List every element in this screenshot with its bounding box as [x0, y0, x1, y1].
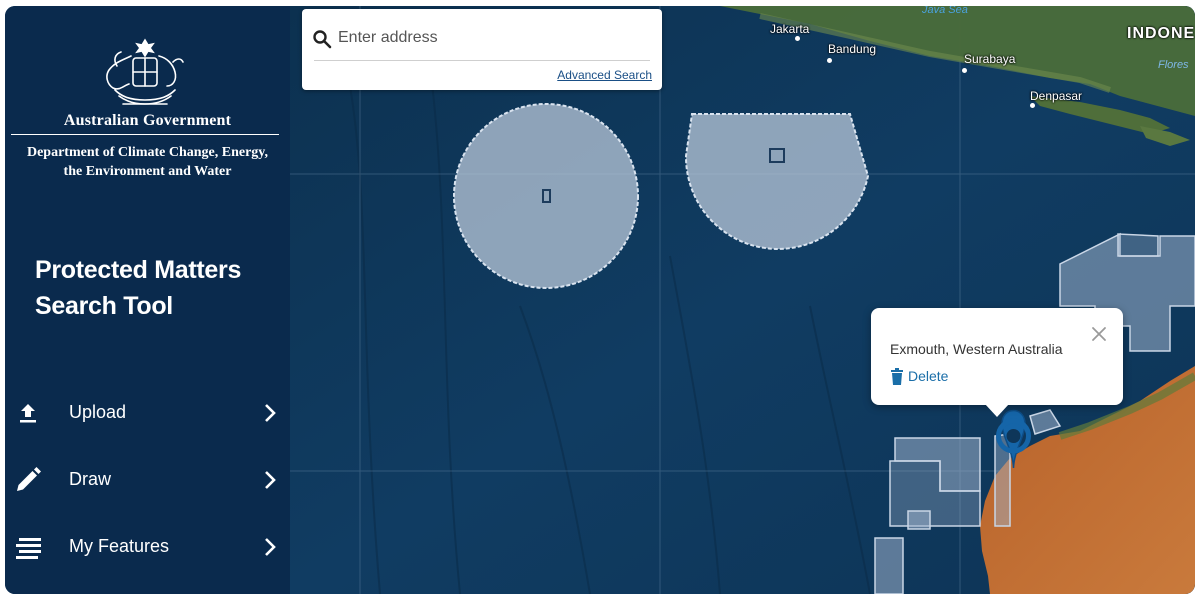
app-frame: Australian Government Department of Clim…	[5, 6, 1195, 594]
map-label-flores: Flores	[1158, 59, 1189, 71]
pencil-icon	[17, 467, 41, 491]
close-icon[interactable]	[1091, 326, 1107, 342]
chevron-right-icon	[265, 538, 276, 556]
government-name: Australian Government	[63, 112, 232, 129]
location-popup: Exmouth, Western Australia Delete	[871, 308, 1123, 405]
sidebar-item-my-features[interactable]: My Features	[5, 522, 290, 572]
sidebar-item-label: My Features	[69, 536, 170, 556]
map-label-indonesia: INDONE	[1127, 25, 1195, 42]
advanced-search-link[interactable]: Advanced Search	[557, 68, 652, 82]
divider	[11, 134, 279, 135]
upload-icon	[20, 404, 36, 423]
address-search-input[interactable]	[338, 25, 648, 51]
map-label-bandung: Bandung	[828, 42, 877, 56]
chevron-right-icon	[265, 471, 276, 489]
map-view[interactable]: Java Sea Jakarta Bandung Surabaya Denpas…	[290, 6, 1195, 594]
sidebar-item-label: Upload	[69, 402, 127, 422]
map-label-denpasar: Denpasar	[1030, 89, 1083, 103]
popup-location-title: Exmouth, Western Australia	[890, 341, 1063, 357]
sidebar-item-draw[interactable]: Draw	[5, 455, 290, 505]
delete-label: Delete	[908, 368, 949, 384]
department-line-2: the Environment and Water	[63, 164, 232, 179]
tool-title-line-1: Protected Matters	[35, 256, 242, 284]
department-name: Department of Climate Change, Energy, th…	[5, 143, 290, 181]
search-icon	[313, 30, 332, 49]
trash-icon	[891, 368, 903, 385]
tool-title-line-2: Search Tool	[35, 292, 173, 320]
map-label-jakarta: Jakarta	[770, 22, 810, 36]
city-dot	[795, 36, 800, 41]
city-dot	[827, 58, 832, 63]
city-dot	[962, 68, 967, 73]
popup-pointer	[985, 404, 1009, 417]
map-label-java-sea: Java Sea	[922, 6, 968, 16]
tool-title: Protected Matters Search Tool	[35, 252, 285, 324]
divider	[314, 60, 650, 61]
department-line-1: Department of Climate Change, Energy,	[26, 145, 269, 160]
coat-of-arms-icon	[106, 38, 184, 105]
sidebar-item-upload[interactable]: Upload	[5, 388, 290, 438]
chevron-right-icon	[265, 404, 276, 422]
map-label-surabaya: Surabaya	[964, 52, 1016, 66]
sidebar: Australian Government Department of Clim…	[5, 6, 290, 594]
sidebar-item-label: Draw	[69, 469, 112, 489]
city-dot	[1030, 103, 1035, 108]
address-search-panel: Advanced Search	[302, 9, 662, 90]
list-icon	[16, 538, 41, 559]
